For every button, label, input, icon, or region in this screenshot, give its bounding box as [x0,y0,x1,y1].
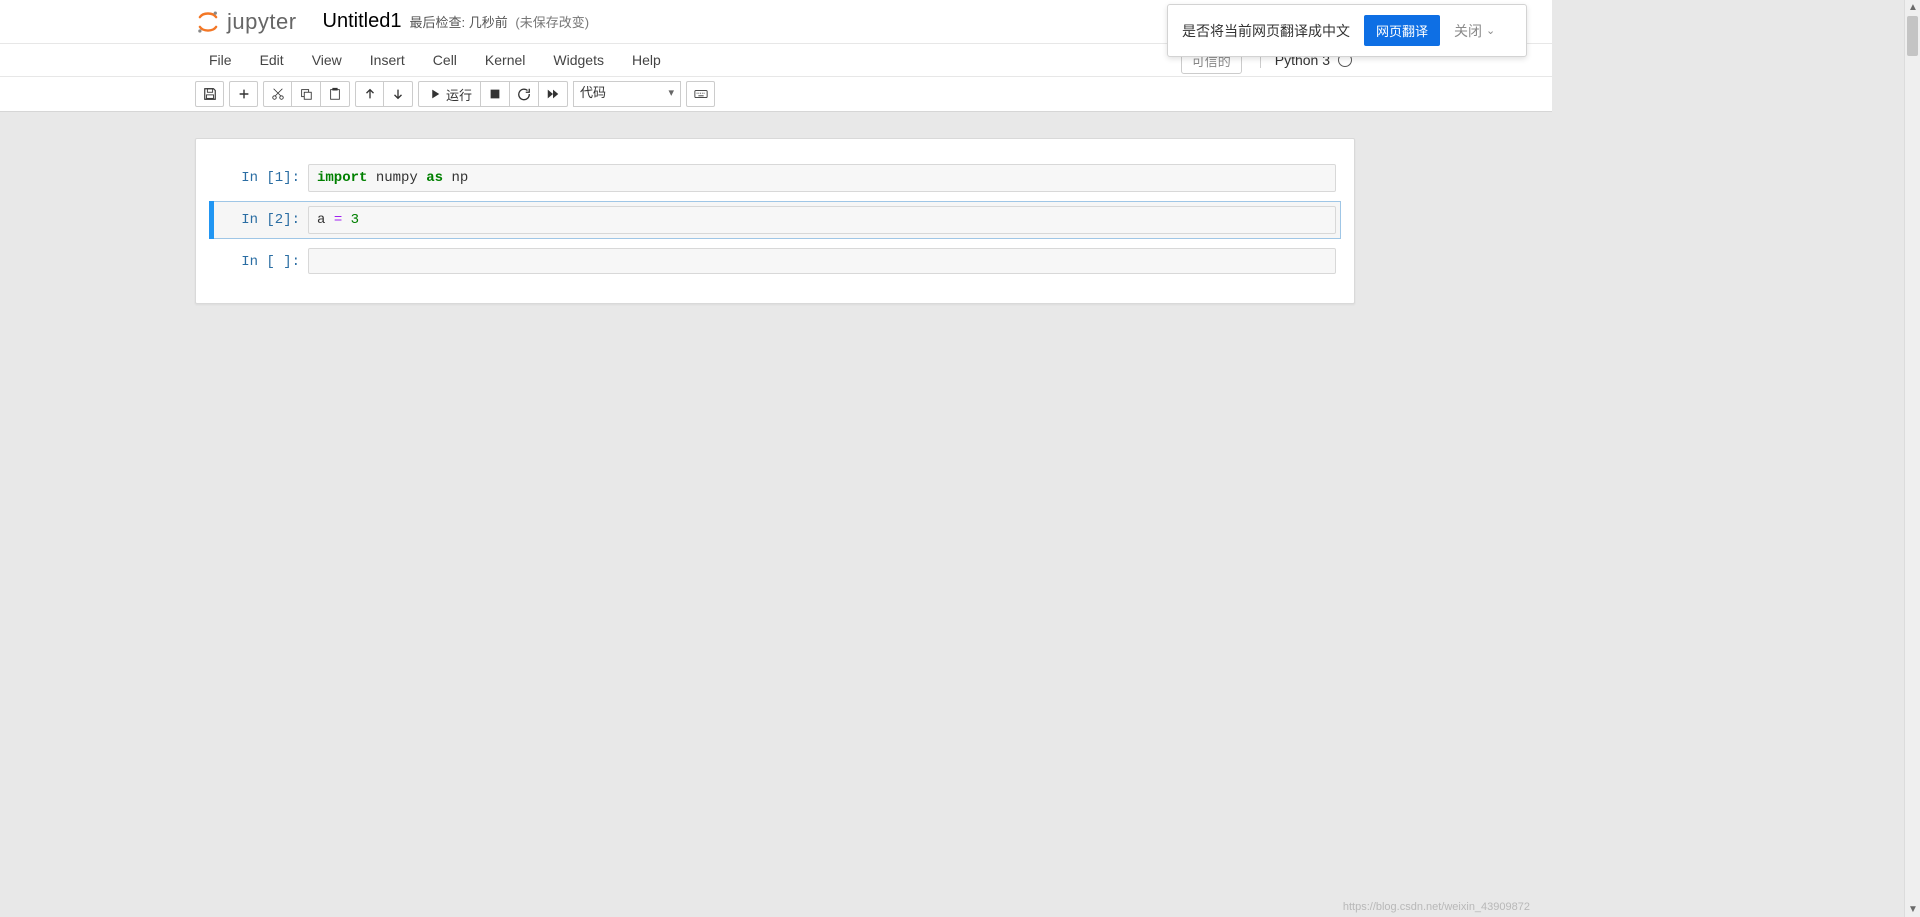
cut-button[interactable] [263,81,292,107]
copy-button[interactable] [292,81,321,107]
chevron-down-icon: ⌄ [1486,24,1495,37]
checkpoint-status: 最后检查: 几秒前 (未保存改变) [409,12,589,31]
translate-popover: 是否将当前网页翻译成中文 网页翻译 关闭 ⌄ [1167,4,1527,57]
translate-button[interactable]: 网页翻译 [1364,15,1440,46]
plus-icon [237,87,251,101]
notebook-area: In [1]:import numpy as npIn [2]:a = 3In … [0,112,1552,304]
toolbar: 运行 代码 [0,77,1552,112]
save-button[interactable] [195,81,224,107]
cell-prompt: In [2]: [210,206,308,234]
move-up-button[interactable] [355,81,384,107]
menu-edit[interactable]: Edit [246,46,298,74]
scissors-icon [271,87,285,101]
jupyter-logo-icon [195,9,221,35]
translate-close-label: 关闭 [1454,21,1482,41]
checkpoint-time: 几秒前 [469,15,508,30]
jupyter-logo[interactable]: jupyter [195,9,297,35]
logo-text: jupyter [227,9,297,35]
menu-widgets[interactable]: Widgets [539,46,618,74]
cell-input[interactable]: a = 3 [308,206,1336,234]
run-label: 运行 [446,85,472,104]
code-cell[interactable]: In [ ]: [209,243,1341,279]
save-icon [203,87,217,101]
move-down-button[interactable] [384,81,413,107]
arrow-up-icon [363,87,377,101]
code-cell[interactable]: In [2]:a = 3 [209,201,1341,239]
step-forward-icon [427,87,441,101]
notebook-title[interactable]: Untitled1 [323,10,402,33]
paste-icon [328,87,342,101]
cell-prompt: In [1]: [210,164,308,192]
copy-icon [299,87,313,101]
translate-question: 是否将当前网页翻译成中文 [1182,21,1350,41]
cell-input[interactable]: import numpy as np [308,164,1336,192]
restart-button[interactable] [510,81,539,107]
add-cell-button[interactable] [229,81,258,107]
menu-help[interactable]: Help [618,46,675,74]
paste-button[interactable] [321,81,350,107]
scroll-down-icon: ▼ [1908,904,1918,915]
notebook-container: In [1]:import numpy as npIn [2]:a = 3In … [195,138,1355,304]
arrow-down-icon [391,87,405,101]
keyboard-icon [694,87,708,101]
command-palette-button[interactable] [686,81,715,107]
unsaved-label: (未保存改变) [515,15,589,30]
cell-input[interactable] [308,248,1336,274]
stop-icon [488,87,502,101]
restart-icon [517,87,531,101]
interrupt-button[interactable] [481,81,510,107]
restart-run-all-button[interactable] [539,81,568,107]
celltype-select[interactable]: 代码 [573,81,681,107]
translate-close-button[interactable]: 关闭 ⌄ [1454,21,1495,41]
menu-view[interactable]: View [298,46,356,74]
celltype-value: 代码 [580,85,606,100]
code-cell[interactable]: In [1]:import numpy as np [209,159,1341,197]
menu-insert[interactable]: Insert [356,46,419,74]
menu-kernel[interactable]: Kernel [471,46,539,74]
fast-forward-icon [546,87,560,101]
menu-cell[interactable]: Cell [419,46,471,74]
scroll-up-icon: ▲ [1908,2,1918,13]
menu-file[interactable]: File [195,46,246,74]
scrollbar-thumb[interactable] [1907,16,1918,56]
vertical-scrollbar[interactable]: ▲ ▼ [1904,0,1920,917]
run-button[interactable]: 运行 [418,81,481,107]
checkpoint-prefix: 最后检查: [409,15,465,30]
watermark-text: https://blog.csdn.net/weixin_43909872 [1343,901,1530,913]
cell-prompt: In [ ]: [210,248,308,274]
